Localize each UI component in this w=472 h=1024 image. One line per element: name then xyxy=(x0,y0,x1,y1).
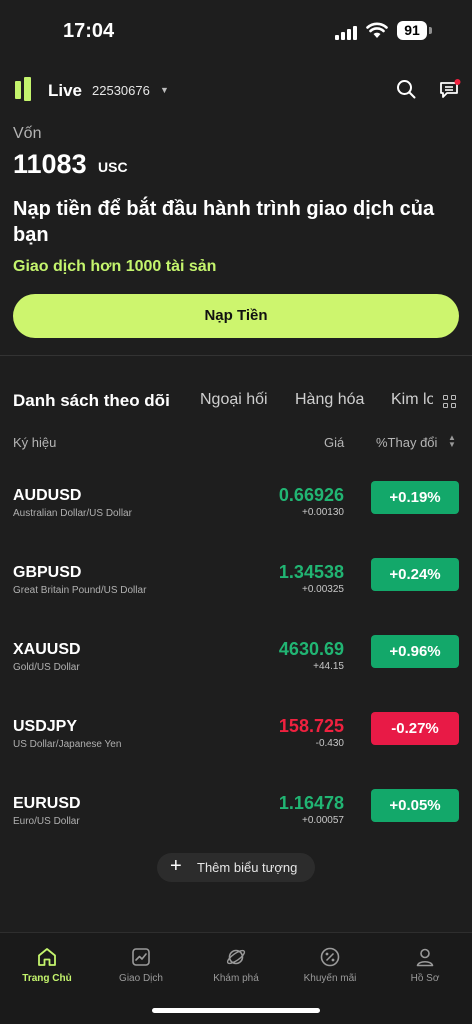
row-delta: +0.00130 xyxy=(302,507,344,518)
chevron-down-icon[interactable]: ▼ xyxy=(160,85,169,95)
cellular-signal-icon xyxy=(335,24,359,40)
change-badge[interactable]: +0.96% xyxy=(371,635,459,668)
promo-headline: Nạp tiền để bắt đầu hành trình giao dịch… xyxy=(13,198,435,246)
row-description: Australian Dollar/US Dollar xyxy=(13,508,132,519)
row-symbol: EURUSD xyxy=(13,795,81,812)
column-change[interactable]: %Thay đổi xyxy=(376,435,437,450)
row-delta: +0.00057 xyxy=(302,815,344,826)
home-indicator xyxy=(152,1008,320,1013)
nav-item-explore[interactable]: Khám phá xyxy=(189,933,283,1003)
planet-icon xyxy=(226,949,246,965)
row-price: 1.34538 xyxy=(278,562,344,582)
nav-item-profile[interactable]: Hồ Sơ xyxy=(378,933,472,1003)
change-badge[interactable]: +0.05% xyxy=(371,789,459,822)
nav-item-home[interactable]: Trang Chủ xyxy=(0,933,94,1003)
row-delta: +44.15 xyxy=(313,661,344,672)
table-row[interactable]: USDJPY US Dollar/Japanese Yen 158.725 -0… xyxy=(0,712,472,772)
change-badge[interactable]: +0.24% xyxy=(371,558,459,591)
table-row[interactable]: XAUUSD Gold/US Dollar 4630.69 +44.15 +0.… xyxy=(0,635,472,695)
row-price: 158.725 xyxy=(278,716,344,736)
nav-label: Khám phá xyxy=(213,973,259,984)
row-description: Great Britain Pound/US Dollar xyxy=(13,585,147,596)
row-symbol: GBPUSD xyxy=(13,564,82,581)
table-row[interactable]: AUDUSD Australian Dollar/US Dollar 0.669… xyxy=(0,481,472,541)
add-symbol-button[interactable]: + Thêm biểu tượng xyxy=(157,853,315,882)
change-badge[interactable]: -0.27% xyxy=(371,712,459,745)
row-symbol: AUDUSD xyxy=(13,487,82,504)
row-delta: +0.00325 xyxy=(302,584,344,595)
account-id[interactable]: 22530676 xyxy=(92,83,150,98)
nav-item-promotions[interactable]: Khuyến mãi xyxy=(283,933,377,1003)
search-icon[interactable] xyxy=(396,79,416,99)
row-symbol: XAUUSD xyxy=(13,641,81,658)
row-price: 0.66926 xyxy=(278,485,344,505)
tab-forex[interactable]: Ngoại hối xyxy=(200,391,268,409)
row-symbol: USDJPY xyxy=(13,718,78,735)
nav-label: Khuyến mãi xyxy=(303,973,357,984)
chart-icon xyxy=(132,948,150,966)
balance-amount: 11083 xyxy=(13,149,87,179)
battery-icon: 91 xyxy=(397,21,427,40)
app-logo xyxy=(15,77,37,101)
row-price: 1.16478 xyxy=(278,793,344,813)
status-bar: 17:04 91 xyxy=(0,0,472,62)
grid-icon[interactable] xyxy=(443,395,457,409)
row-description: Gold/US Dollar xyxy=(13,662,80,673)
tab-commodities[interactable]: Hàng hóa xyxy=(295,391,364,409)
tab-metals[interactable]: Kim loại xyxy=(391,391,433,409)
divider xyxy=(0,355,472,356)
row-delta: -0.430 xyxy=(315,738,344,749)
balance-label: Vốn xyxy=(13,125,42,142)
sort-icon[interactable]: ▲ ▼ xyxy=(448,434,456,449)
status-time: 17:04 xyxy=(63,20,115,42)
row-description: Euro/US Dollar xyxy=(13,816,80,827)
plus-icon: + xyxy=(170,855,182,877)
table-row[interactable]: EURUSD Euro/US Dollar 1.16478 +0.00057 +… xyxy=(0,789,472,849)
home-icon xyxy=(38,948,56,966)
nav-label: Hồ Sơ xyxy=(410,973,440,984)
column-price: Giá xyxy=(324,435,345,450)
row-description: US Dollar/Japanese Yen xyxy=(13,739,122,750)
tab-watchlist[interactable]: Danh sách theo dõi xyxy=(13,391,170,411)
deposit-button[interactable]: Nạp Tiền xyxy=(13,294,459,338)
profile-icon xyxy=(416,948,434,967)
promo-subline: Giao dịch hơn 1000 tài sản xyxy=(13,258,217,275)
add-symbol-label: Thêm biểu tượng xyxy=(197,860,298,875)
balance-currency: USC xyxy=(98,159,128,175)
nav-label: Trang Chủ xyxy=(22,973,72,984)
wifi-icon xyxy=(366,22,388,38)
percent-icon xyxy=(320,947,340,967)
nav-item-trade[interactable]: Giao Dịch xyxy=(94,933,188,1003)
message-icon[interactable] xyxy=(439,78,461,100)
row-price: 4630.69 xyxy=(278,639,344,659)
nav-label: Giao Dịch xyxy=(119,973,163,984)
account-mode-label[interactable]: Live xyxy=(48,81,82,101)
column-symbol: Ký hiệu xyxy=(13,435,57,450)
change-badge[interactable]: +0.19% xyxy=(371,481,459,514)
watchlist-tabs: Danh sách theo dõi Ngoại hối Hàng hóa Ki… xyxy=(13,391,433,415)
table-row[interactable]: GBPUSD Great Britain Pound/US Dollar 1.3… xyxy=(0,558,472,618)
battery-nub xyxy=(429,27,432,34)
